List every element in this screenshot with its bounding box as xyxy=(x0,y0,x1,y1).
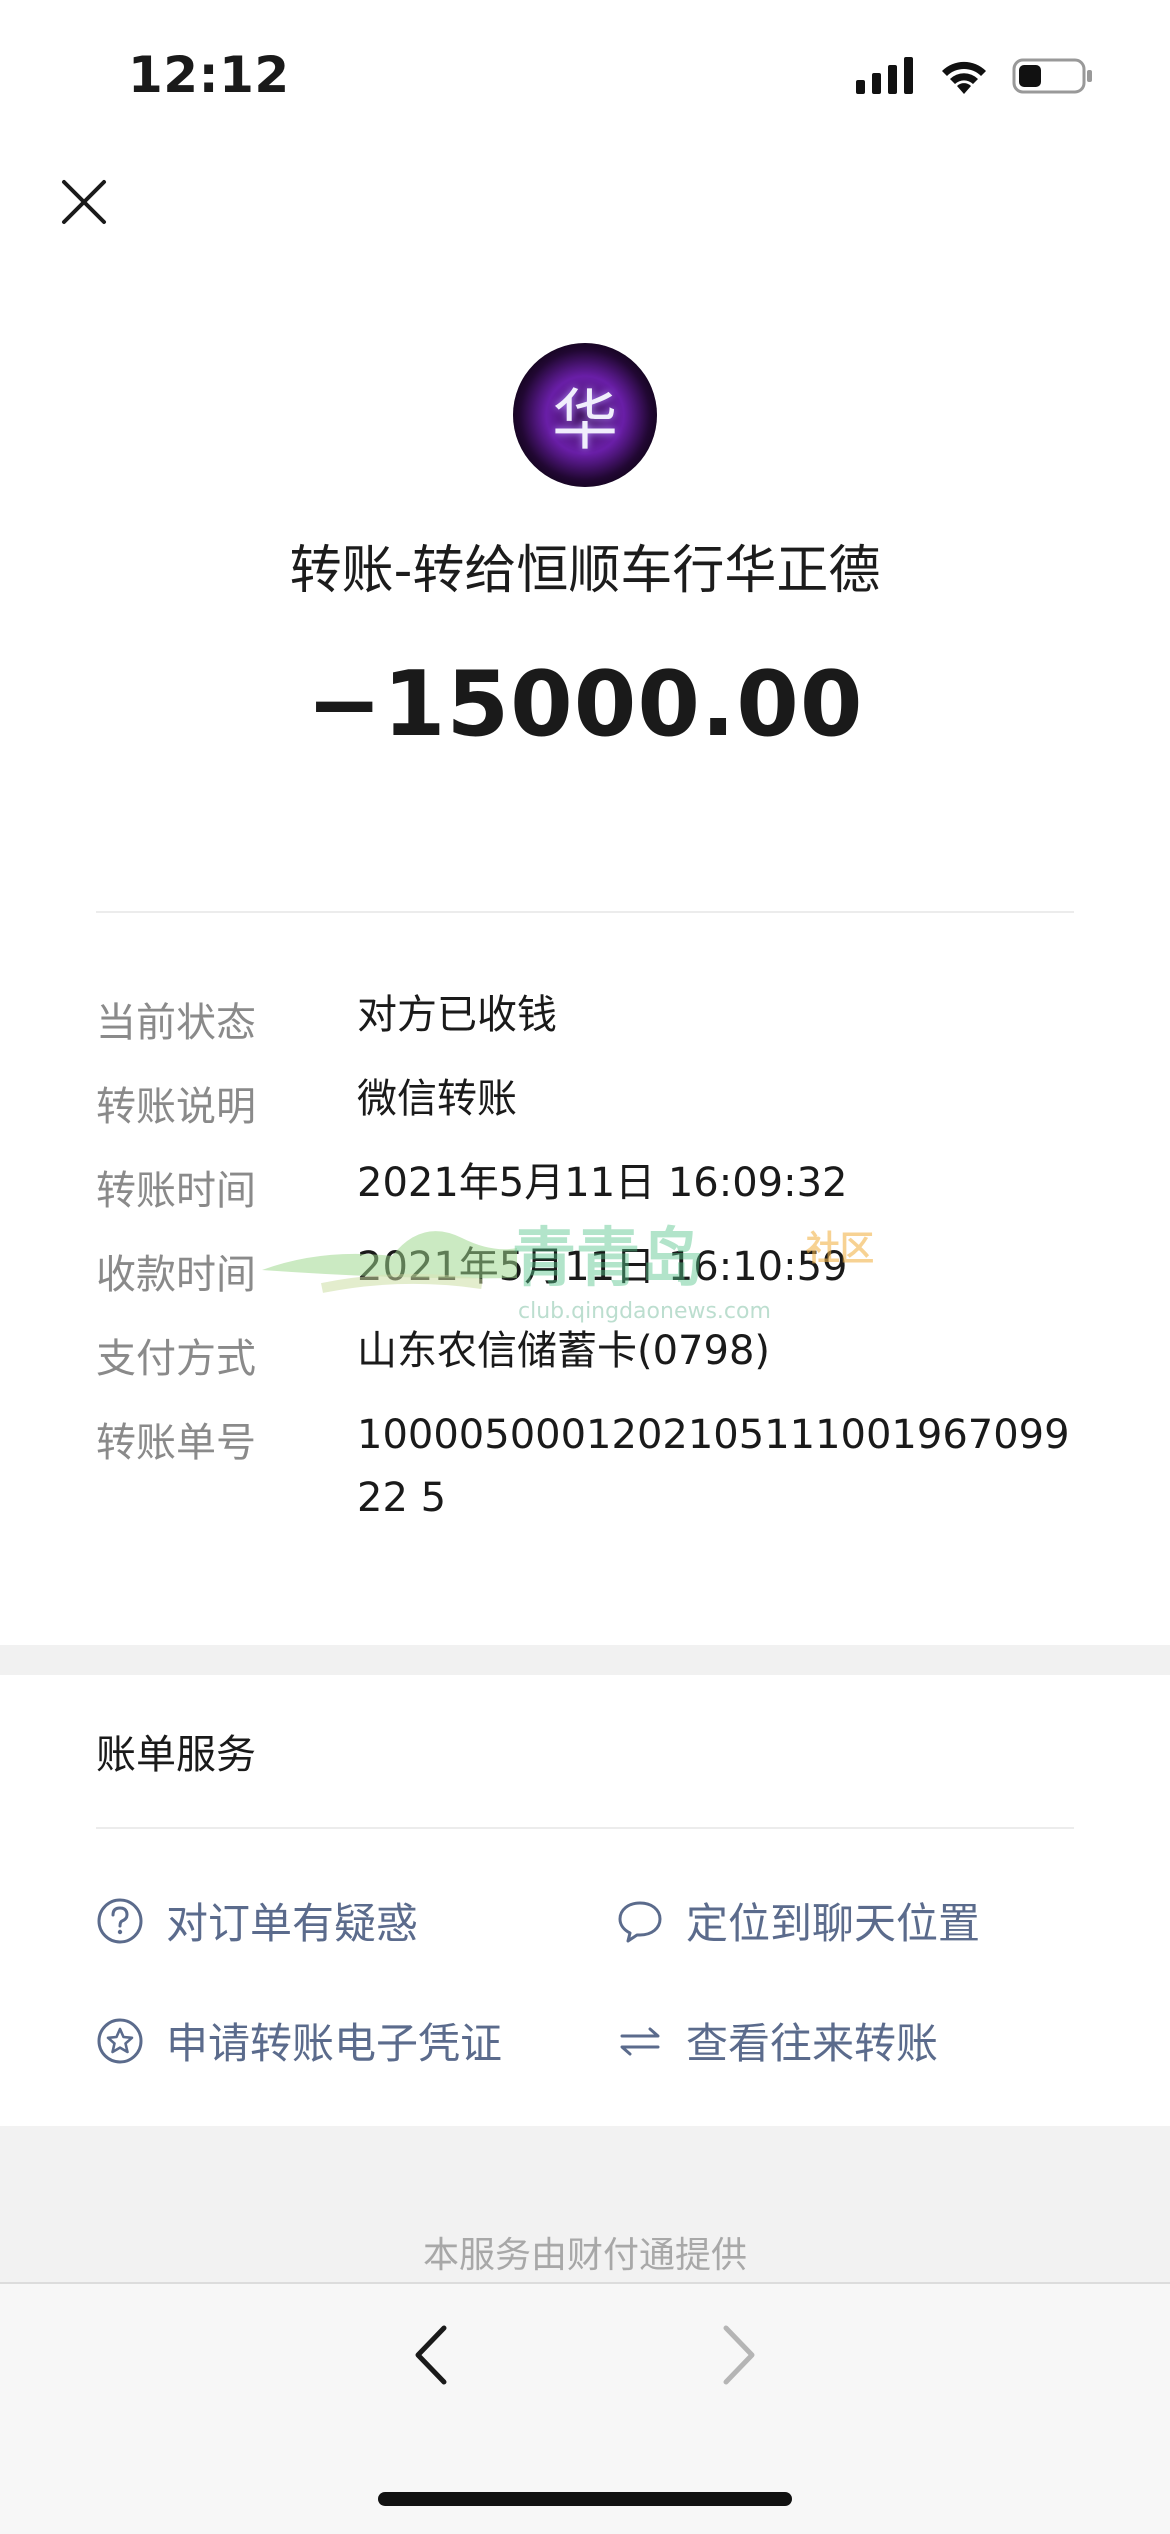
detail-label-note: 转账说明 xyxy=(96,1084,256,1130)
chat-bubble-icon xyxy=(616,1897,664,1945)
request-voucher-link[interactable]: 申请转账电子凭证 xyxy=(96,2010,502,2071)
star-circle-icon xyxy=(96,2017,144,2065)
view-transfers-label: 查看往来转账 xyxy=(686,2019,939,2068)
payee-title: 转账-转给恒顺车行华正德 xyxy=(289,541,881,601)
chevron-left-icon xyxy=(415,2325,447,2385)
forward-button[interactable] xyxy=(716,2322,760,2388)
chevron-right-icon xyxy=(723,2325,755,2385)
detail-value-order-number: 100005000120210511100196709922 5 xyxy=(357,1412,1070,1521)
detail-value-payment-method: 山东农信储蓄卡(0798) xyxy=(357,1328,771,1374)
provider-note: 本服务由财付通提供 xyxy=(422,2235,747,2276)
detail-label-transfer-time: 转账时间 xyxy=(96,1168,256,1214)
locate-chat-link[interactable]: 定位到聊天位置 xyxy=(616,1890,980,1951)
request-voucher-label: 申请转账电子凭证 xyxy=(166,2019,503,2068)
detail-value-status: 对方已收钱 xyxy=(357,992,557,1038)
detail-value-note: 微信转账 xyxy=(357,1076,517,1122)
status-icons xyxy=(856,52,1094,100)
section-separator xyxy=(0,1645,1170,1675)
detail-label-status: 当前状态 xyxy=(96,1000,256,1046)
signal-icon xyxy=(856,57,913,94)
back-button[interactable] xyxy=(410,2322,454,2388)
view-transfers-link[interactable]: 查看往来转账 xyxy=(616,2010,938,2071)
status-time: 12:12 xyxy=(128,46,290,104)
question-order-link[interactable]: 对订单有疑惑 xyxy=(96,1890,418,1951)
wifi-icon xyxy=(942,61,986,94)
close-icon xyxy=(62,180,106,224)
battery-icon xyxy=(1012,58,1092,94)
detail-value-received-time: 2021年5月11日 16:10:59 xyxy=(357,1244,848,1290)
exchange-arrows-icon xyxy=(616,2017,664,2065)
services-title: 账单服务 xyxy=(96,1732,256,1778)
divider xyxy=(96,911,1074,913)
amount: −15000.00 xyxy=(306,652,864,757)
locate-chat-label: 定位到聊天位置 xyxy=(686,1899,981,1948)
home-indicator[interactable] xyxy=(378,2492,792,2506)
detail-label-received-time: 收款时间 xyxy=(96,1252,256,1298)
detail-value-transfer-time: 2021年5月11日 16:09:32 xyxy=(357,1160,848,1206)
question-circle-icon xyxy=(96,1897,144,1945)
detail-label-order-number: 转账单号 xyxy=(96,1420,256,1466)
divider xyxy=(96,1827,1074,1829)
detail-label-payment-method: 支付方式 xyxy=(96,1336,256,1382)
avatar-char: 华 xyxy=(552,382,618,459)
question-order-label: 对订单有疑惑 xyxy=(166,1899,419,1948)
close-button[interactable] xyxy=(52,170,116,234)
avatar[interactable]: 华 xyxy=(513,343,657,487)
